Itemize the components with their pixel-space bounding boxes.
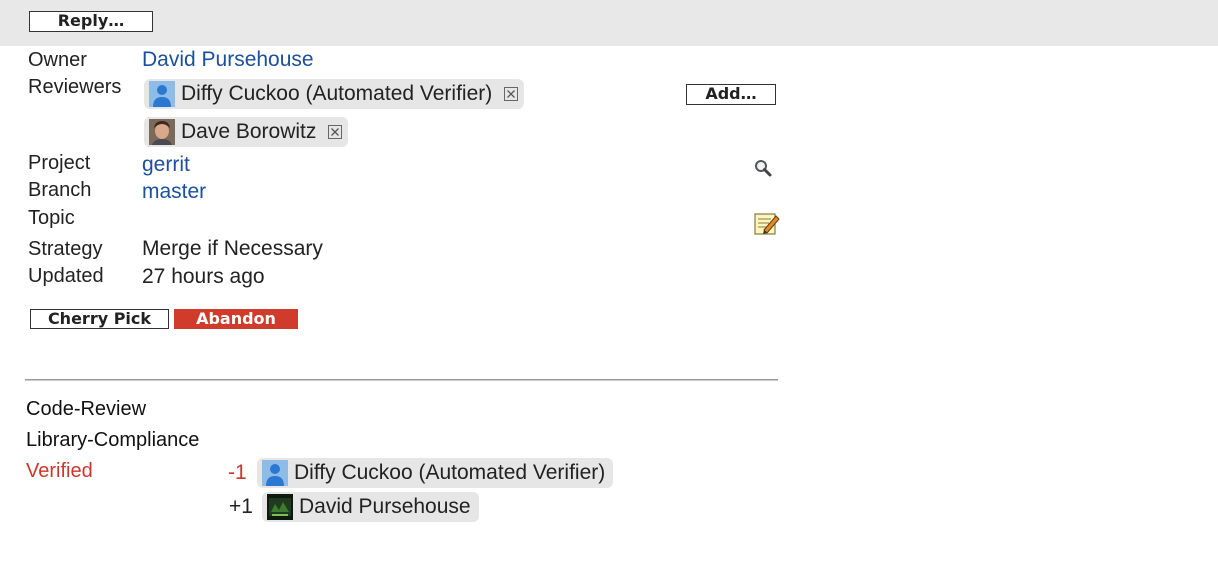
owner-link[interactable]: David Pursehouse	[142, 47, 314, 73]
default-user-icon	[149, 81, 175, 107]
section-divider	[25, 379, 778, 381]
project-link[interactable]: gerrit	[142, 152, 190, 178]
voter-chip[interactable]: Diffy Cuckoo (Automated Verifier)	[257, 458, 614, 488]
strategy-value: Merge if Necessary	[142, 237, 323, 260]
updated-label: Updated	[28, 265, 104, 287]
reviewer-chip[interactable]: Dave Borowitz	[144, 117, 349, 147]
branch-link[interactable]: master	[142, 179, 206, 205]
voter-chip[interactable]: David Pursehouse	[262, 492, 479, 522]
user-photo-avatar	[149, 119, 175, 145]
branch-label: Branch	[28, 179, 92, 201]
updated-value: 27 hours ago	[142, 265, 265, 288]
remove-reviewer-icon[interactable]	[504, 87, 519, 101]
search-icon[interactable]	[753, 158, 773, 178]
verified-label: Verified	[26, 460, 93, 482]
code-review-label: Code-Review	[26, 398, 147, 420]
strategy-label: Strategy	[28, 238, 103, 260]
default-user-icon	[262, 460, 288, 486]
add-reviewer-button[interactable]: Add…	[686, 84, 776, 105]
top-toolbar	[0, 0, 1218, 46]
voter-name: Diffy Cuckoo (Automated Verifier)	[294, 461, 606, 484]
reviewer-chip[interactable]: Diffy Cuckoo (Automated Verifier)	[144, 79, 525, 109]
project-label: Project	[28, 152, 91, 174]
reply-button[interactable]: Reply…	[29, 11, 153, 32]
remove-reviewer-icon[interactable]	[328, 125, 343, 139]
voter-name: David Pursehouse	[299, 495, 471, 518]
cherry-pick-button[interactable]: Cherry Pick	[30, 309, 169, 329]
abandon-button[interactable]: Abandon	[174, 309, 298, 329]
reviewers-label: Reviewers	[28, 76, 122, 98]
topic-label: Topic	[28, 207, 75, 229]
vote-score: -1	[228, 461, 247, 484]
edit-topic-icon[interactable]	[754, 211, 780, 237]
reviewer-name: Dave Borowitz	[181, 120, 317, 143]
vote-score: +1	[229, 495, 253, 518]
library-compliance-label: Library-Compliance	[26, 429, 200, 451]
owner-label: Owner	[28, 49, 87, 71]
reviewer-name: Diffy Cuckoo (Automated Verifier)	[181, 82, 493, 105]
user-photo-avatar	[267, 494, 293, 520]
